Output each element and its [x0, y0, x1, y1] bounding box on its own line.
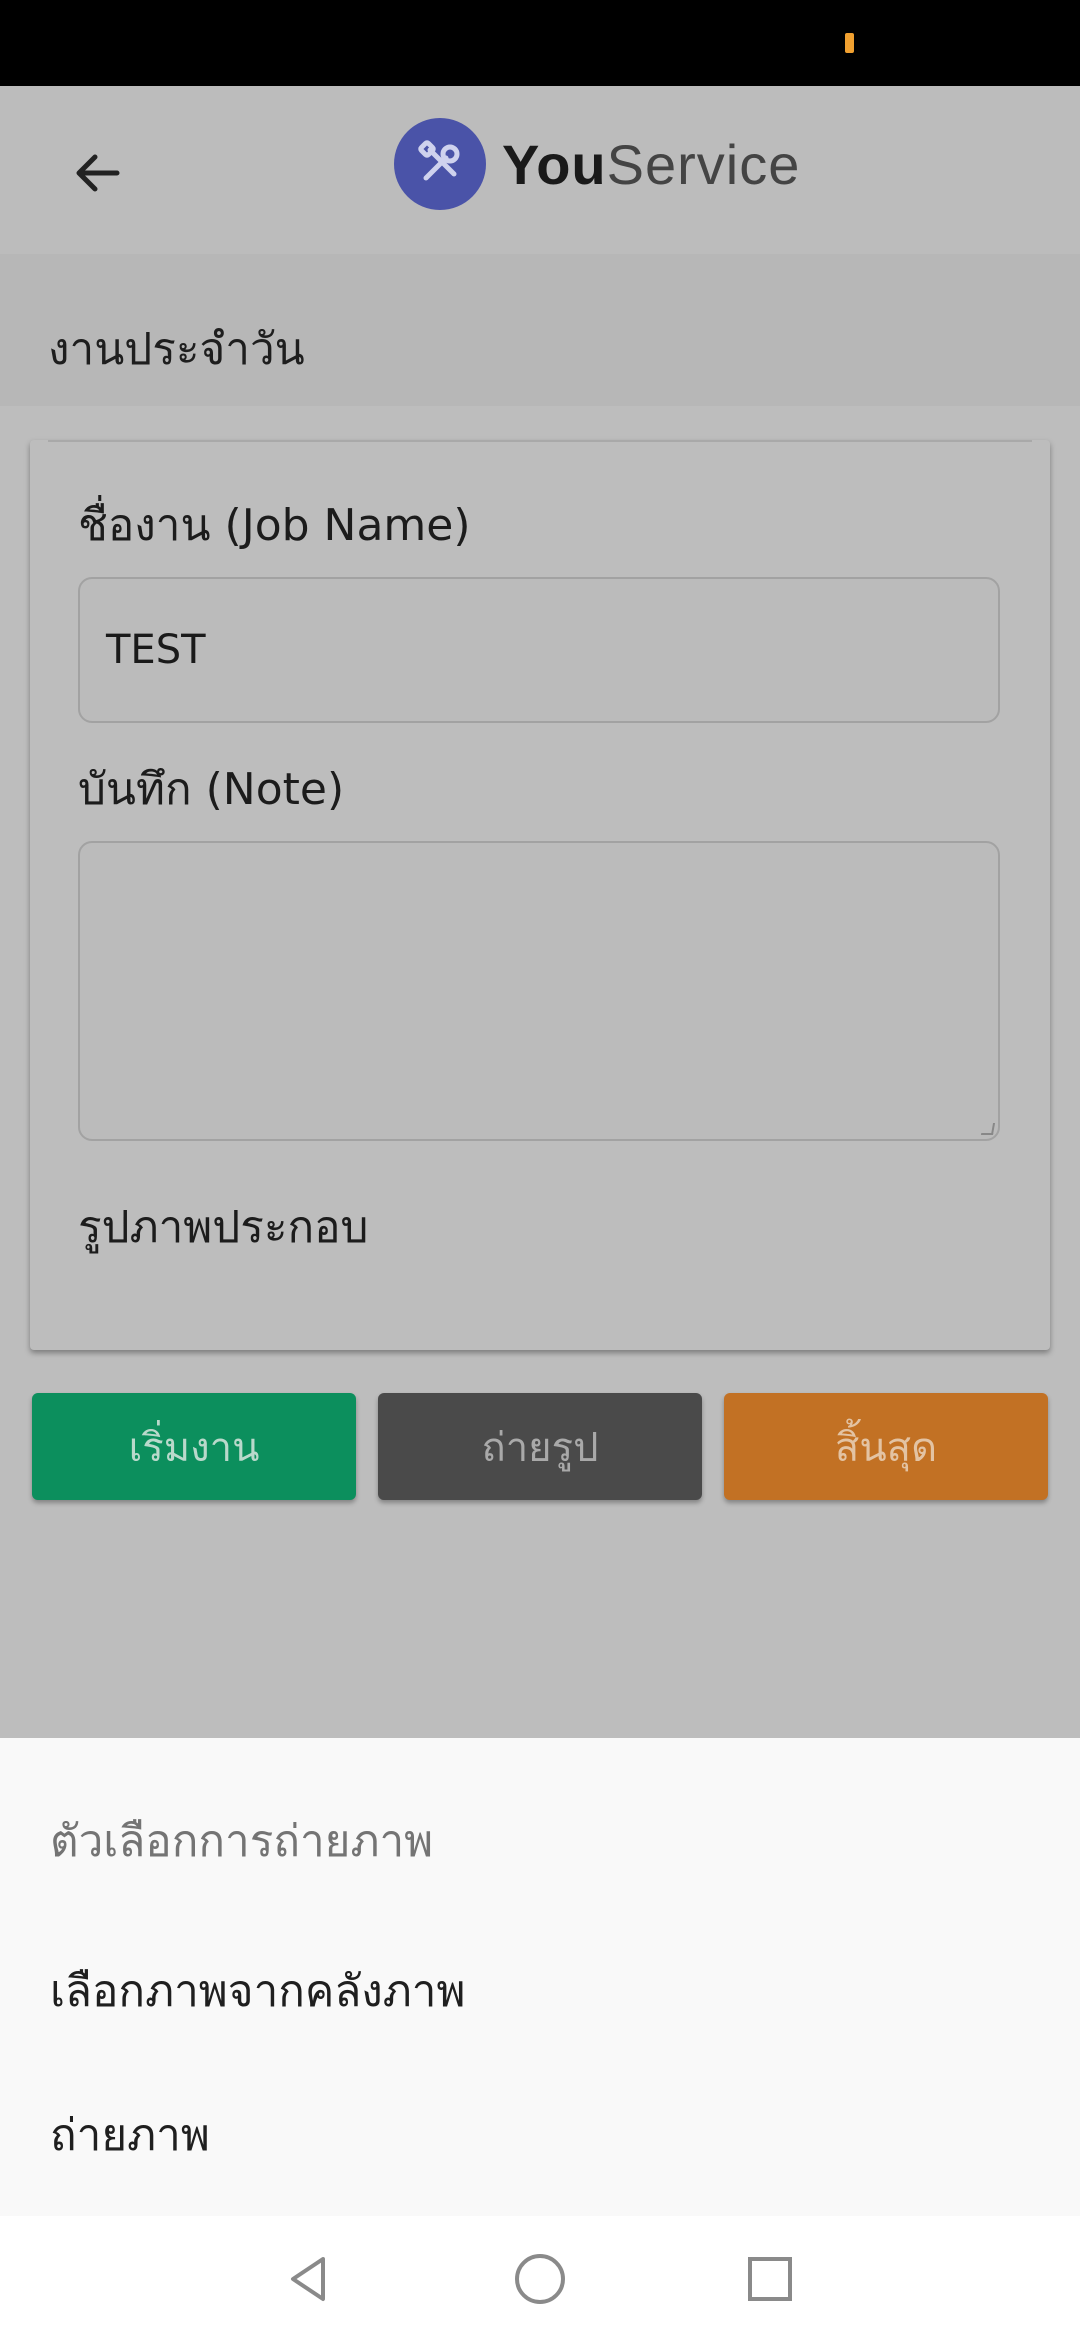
- job-name-label: ชื่องาน (Job Name): [78, 500, 471, 551]
- logo-text-light: Service: [606, 132, 801, 196]
- nav-recents-button[interactable]: [735, 2244, 805, 2314]
- note-textarea[interactable]: [78, 841, 1000, 1141]
- status-bar: [0, 0, 1080, 86]
- resize-grip-icon[interactable]: [980, 1123, 996, 1135]
- section-title: งานประจำวัน: [48, 324, 305, 375]
- note-label: บันทึก (Note): [78, 764, 345, 815]
- take-photo-button[interactable]: ถ่ายรูป: [378, 1393, 702, 1500]
- arrow-left-icon: [76, 154, 120, 192]
- job-form-card: ชื่องาน (Job Name) TEST บันทึก (Note) รู…: [30, 440, 1050, 1350]
- start-job-button[interactable]: เริ่มงาน: [32, 1393, 356, 1500]
- square-recents-icon: [748, 2257, 792, 2301]
- back-button[interactable]: [52, 128, 142, 218]
- nav-home-button[interactable]: [505, 2244, 575, 2314]
- section-header: งานประจำวัน: [0, 254, 1080, 406]
- sheet-title: ตัวเลือกการถ่ายภาพ: [50, 1816, 434, 1867]
- card-divider: [48, 440, 1032, 442]
- photo-attachment-label: รูปภาพประกอบ: [78, 1202, 369, 1253]
- take-photo-option[interactable]: ถ่ายภาพ: [50, 2100, 210, 2170]
- system-nav-bar: [0, 2216, 1080, 2340]
- photo-options-sheet: ตัวเลือกการถ่ายภาพ เลือกภาพจากคลังภาพ ถ่…: [0, 1738, 1080, 2216]
- app-logo-text: YouService: [502, 132, 800, 197]
- triangle-back-icon: [291, 2257, 325, 2301]
- circle-home-icon: [515, 2254, 565, 2304]
- tools-icon: [394, 118, 486, 210]
- status-indicator-icon: [845, 33, 854, 53]
- logo-text-bold: You: [502, 132, 607, 196]
- job-name-value: TEST: [106, 627, 206, 673]
- job-name-input[interactable]: TEST: [78, 577, 1000, 723]
- app-logo: YouService: [394, 116, 800, 212]
- choose-from-gallery-option[interactable]: เลือกภาพจากคลังภาพ: [50, 1956, 466, 2026]
- end-job-button[interactable]: สิ้นสุด: [724, 1393, 1048, 1500]
- app-bar: YouService: [0, 86, 1080, 254]
- nav-back-button[interactable]: [274, 2244, 344, 2314]
